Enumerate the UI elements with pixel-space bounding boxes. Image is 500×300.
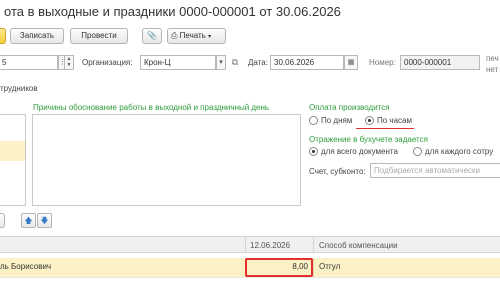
radio-by-days[interactable] [309, 116, 318, 125]
print-note-fragment: печ [486, 54, 499, 63]
radio-by-hours[interactable] [365, 116, 374, 125]
printer-icon: ⎙ [171, 31, 178, 40]
radio-whole-document[interactable] [309, 147, 318, 156]
column-date-header: 12.06.2026 [250, 241, 291, 250]
date-label: Дата: [248, 58, 268, 67]
underline-annotation [356, 128, 414, 129]
calendar-icon[interactable]: ▦ [344, 55, 358, 70]
column-compensation-header: Способ компенсации [319, 241, 398, 250]
account-label: Счет, субконто: [309, 167, 366, 176]
payment-title: Оплата производится [309, 103, 390, 112]
table-row[interactable]: ль Борисович 8,00 Отгул [0, 258, 500, 277]
employees-header: трудников [0, 84, 38, 93]
number-label: Номер: [369, 58, 396, 67]
chevron-down-icon[interactable]: ▼ [65, 62, 73, 68]
organization-label: Организация: [82, 58, 133, 67]
arrow-down-icon: 🡇 [40, 216, 49, 225]
attach-button[interactable]: 📎 [142, 28, 162, 44]
paperclip-icon: 📎 [147, 31, 157, 40]
print-button-label: Печать [179, 31, 206, 40]
option-each-employee-label: для каждого сотру [425, 147, 494, 156]
employee-name-cell: ль Борисович [0, 262, 52, 271]
post-button[interactable]: Провести [70, 28, 128, 44]
hours-cell[interactable]: 8,00 [250, 262, 308, 271]
move-down-button[interactable]: 🡇 [37, 213, 52, 228]
chevron-down-icon: ▾ [208, 34, 212, 40]
reasons-textarea[interactable] [32, 114, 301, 206]
option-whole-document-label: для всего документа [321, 147, 398, 156]
row-divider [0, 277, 500, 278]
month-field[interactable]: 5 [0, 55, 58, 70]
arrow-up-icon: 🡅 [24, 216, 33, 225]
page-title: ота в выходные и праздники 0000-000001 о… [4, 4, 341, 19]
option-by-hours-label: По часам [377, 116, 412, 125]
move-up-button[interactable]: 🡅 [21, 213, 36, 228]
left-edge-button[interactable] [0, 213, 5, 228]
account-field[interactable]: Подбирается автоматически [370, 163, 500, 178]
date-field[interactable]: 30.06.2026 [270, 55, 344, 70]
open-link-icon[interactable]: ⧉ [229, 56, 241, 69]
organization-field[interactable]: Крон-Ц [140, 55, 216, 70]
save-button[interactable]: Записать [10, 28, 64, 44]
post-and-close-button[interactable] [0, 28, 6, 44]
employees-list[interactable] [0, 114, 26, 206]
table-header: 12.06.2026 Способ компенсации [0, 236, 500, 253]
print-note-fragment-2: нет [486, 65, 499, 74]
period-stepper[interactable]: ▲ ▼ [64, 55, 74, 70]
print-button[interactable]: ⎙ Печать ▾ [167, 28, 226, 44]
number-field: 0000-000001 [400, 55, 480, 70]
reasons-label: Причины обоснование работы в выходной и … [33, 103, 270, 112]
option-by-days-label: По дням [321, 116, 353, 125]
radio-each-employee[interactable] [413, 147, 422, 156]
accounting-title: Отражение в бухучете задается [309, 135, 428, 144]
dropdown-icon[interactable]: ▾ [216, 55, 226, 70]
selected-employee-row[interactable] [0, 141, 25, 161]
compensation-cell[interactable]: Отгул [319, 262, 340, 271]
